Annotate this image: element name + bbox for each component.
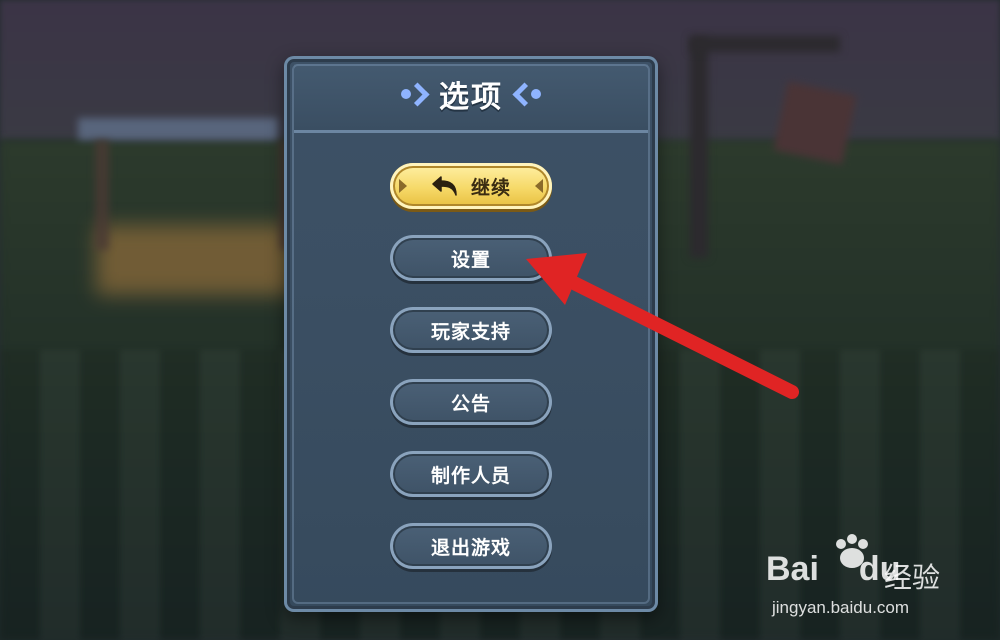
announcement-button[interactable]: 公告 xyxy=(390,379,552,425)
watermark-brand-text: 经验 xyxy=(884,561,941,594)
credits-button[interactable]: 制作人员 xyxy=(390,451,552,497)
background-table-legs xyxy=(95,140,293,250)
dialog-title: 选项 xyxy=(439,80,503,115)
background-table xyxy=(78,118,278,140)
background-post xyxy=(690,38,708,258)
player-support-button[interactable]: 玩家支持 xyxy=(390,307,552,353)
baidu-watermark: Bai du 经验 jingyan.baidu.com xyxy=(766,530,986,620)
title-right-ornament-icon xyxy=(512,81,541,107)
watermark-url: jingyan.baidu.com xyxy=(772,598,910,617)
player-support-button-label: 玩家支持 xyxy=(430,320,511,343)
background-beam xyxy=(690,36,840,52)
settings-button-label: 设置 xyxy=(450,248,491,271)
continue-button-label: 继续 xyxy=(470,176,511,199)
announcement-button-label: 公告 xyxy=(450,392,491,415)
quit-game-button-label: 退出游戏 xyxy=(430,536,511,559)
dialog-title-row: 选项 xyxy=(284,74,658,115)
title-left-ornament-icon xyxy=(401,81,430,107)
credits-button-label: 制作人员 xyxy=(430,464,511,487)
continue-button[interactable]: 继续 xyxy=(390,163,552,209)
settings-button[interactable]: 设置 xyxy=(390,235,552,281)
quit-game-button[interactable]: 退出游戏 xyxy=(390,523,552,569)
baidu-paw-icon xyxy=(836,534,868,568)
back-arrow-icon xyxy=(432,176,457,196)
background-lantern xyxy=(773,81,857,165)
options-dialog: 选项 继续 设置 玩家支持 公告 制作人员 退出游戏 xyxy=(284,56,658,612)
